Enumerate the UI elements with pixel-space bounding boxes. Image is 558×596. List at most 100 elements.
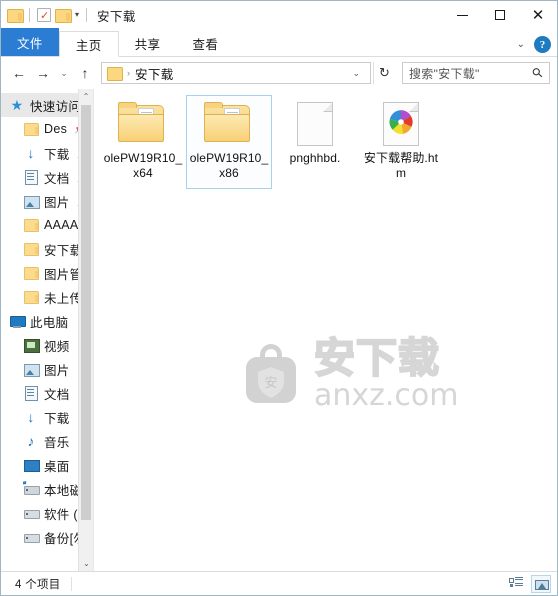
minimize-button[interactable] [443,1,481,29]
watermark: 安 安下载 anxz.com [234,333,459,413]
sidebar-item-label: 未上传 [44,291,83,306]
qat-divider-1 [29,8,30,22]
pictures-icon [23,193,40,209]
tab-home[interactable]: 主页 [58,31,119,57]
close-button[interactable]: ✕ [519,1,557,29]
file-explorer-window: ✓ ▾ 安下载 ✕ 文件 主页 共享 查看 ⌄ ? ← → ⌄ ↑ › 安下载 [0,0,558,596]
sidebar-item-label: 视频 [44,339,70,354]
watermark-url: anxz.com [314,377,459,413]
chevron-down-icon[interactable]: ⌄ [517,39,525,50]
search-box[interactable]: 搜索"安下载" ⚲ [402,62,550,84]
qat-customize-caret-icon[interactable]: ▾ [75,11,79,19]
address-path-field[interactable]: › 安下载 ⌄ [101,62,371,84]
status-bar: 4 个项目 [1,571,557,595]
sidebar-item-label: 图片管 [44,267,83,282]
breadcrumb-separator-icon: › [127,68,130,78]
minimize-icon [456,14,468,16]
document-icon [23,385,39,401]
forward-button[interactable]: → [32,62,54,84]
sidebar-item-label: 文档 [44,387,70,402]
large-icons-view-button[interactable] [531,574,551,593]
download-arrow-icon: ↓ [27,409,35,425]
qat-divider-2 [86,8,88,22]
address-folder-icon [107,67,123,81]
item-count-label: 4 个项目 [15,578,61,591]
sidebar-item-label: 下载 [44,411,70,426]
view-toggle-group [506,574,551,593]
scroll-down-arrow-icon[interactable]: ⌄ [79,556,93,571]
folder-icon [118,102,168,146]
sidebar-item-label: 安下载 [44,243,83,258]
maximize-button[interactable] [481,1,519,29]
maximize-icon [495,10,505,20]
folder-icon [23,289,39,305]
watermark-text: 安下载 anxz.com [313,333,459,413]
back-button[interactable]: ← [8,62,30,84]
sidebar-item-label: 下载 [44,147,70,162]
title-bar: ✓ ▾ 安下载 ✕ [1,1,557,29]
file-item[interactable]: olePW19R10_x86 [186,95,272,189]
close-icon: ✕ [531,5,545,24]
generic-file-icon [290,102,340,146]
search-input[interactable]: 搜索"安下载" [409,65,533,82]
window-folder-icon[interactable] [7,9,24,23]
folder-icon [23,241,39,257]
sidebar-item-label: 图片 [44,195,70,210]
address-bar: ← → ⌄ ↑ › 安下载 ⌄ ↻ 搜索"安下载" ⚲ [1,57,557,89]
properties-checkbox-icon[interactable]: ✓ [37,8,51,22]
sidebar-item-label: Des [44,122,68,136]
this-pc-icon [9,313,26,329]
sidebar-item-label: 桌面 [44,459,70,474]
drive-icon [23,529,40,545]
quick-access-toolbar: ✓ ▾ [7,8,90,23]
watermark-brand: 安下载 [313,333,440,382]
tab-view[interactable]: 查看 [176,30,234,56]
document-icon [23,169,39,185]
file-item-label: 安下载帮助.htm [363,151,439,180]
windows-flag-icon [23,481,27,485]
file-item-label: olePW19R10_x64 [103,151,183,180]
tab-share[interactable]: 共享 [119,30,177,56]
file-item-label: pnghhbd. [289,151,341,165]
file-item-label: olePW19R10_x86 [189,151,269,180]
breadcrumb[interactable]: 安下载 [135,64,174,83]
scroll-up-arrow-icon[interactable]: ⌃ [79,89,93,104]
sidebar-scrollbar[interactable]: ⌃ ⌄ [78,89,93,571]
download-arrow-icon: ↓ [27,145,35,161]
videos-icon [23,337,40,353]
navigation-pane: ★快速访问Des📌↓下载📌文档📌图片📌AAAAA安下载图片管未上传此电脑视频图片… [1,89,93,571]
file-item[interactable]: olePW19R10_x64 [100,95,186,189]
pictures-icon [23,361,40,377]
details-view-button[interactable] [506,575,526,593]
star-pin-icon: ★ [10,97,24,113]
sidebar-item-label: 快速访问 [30,99,82,114]
refresh-button[interactable]: ↻ [373,62,395,84]
scrollbar-thumb[interactable] [81,105,91,520]
desktop-icon [23,457,40,473]
help-button[interactable]: ? [534,36,551,53]
sidebar-item-label: 文档 [44,171,70,186]
html-file-icon [376,102,426,146]
large-icons-icon [535,579,549,590]
svg-text:安: 安 [264,376,277,391]
tab-file[interactable]: 文件 [1,28,59,56]
folder-icon [23,121,39,137]
address-dropdown-caret-icon[interactable]: ⌄ [345,68,367,79]
music-note-icon: ♪ [27,433,35,449]
up-button[interactable]: ↑ [74,62,96,84]
status-divider [70,576,72,591]
file-item[interactable]: pnghhbd. [272,95,358,189]
file-grid: olePW19R10_x64 olePW19R10_x86 pnghhbd. 安下载帮… [94,89,557,193]
file-item[interactable]: 安下载帮助.htm [358,95,444,189]
sidebar-item-label: 图片 [44,363,70,378]
recent-locations-caret-icon[interactable]: ⌄ [56,62,72,84]
ribbon-right-controls: ⌄ ? [517,36,551,53]
folder-icon [23,217,39,233]
file-list-pane[interactable]: 安 安下载 anxz.com olePW19R10_x64 olePW19R10_… [93,89,557,571]
sidebar-item-label: 本地磁 [44,483,83,498]
folder-icon [23,265,39,281]
ribbon-tab-bar: 文件 主页 共享 查看 ⌄ ? [1,28,557,57]
window-title: 安下载 [97,9,136,24]
drive-icon [23,505,40,521]
new-folder-icon[interactable] [55,9,72,23]
